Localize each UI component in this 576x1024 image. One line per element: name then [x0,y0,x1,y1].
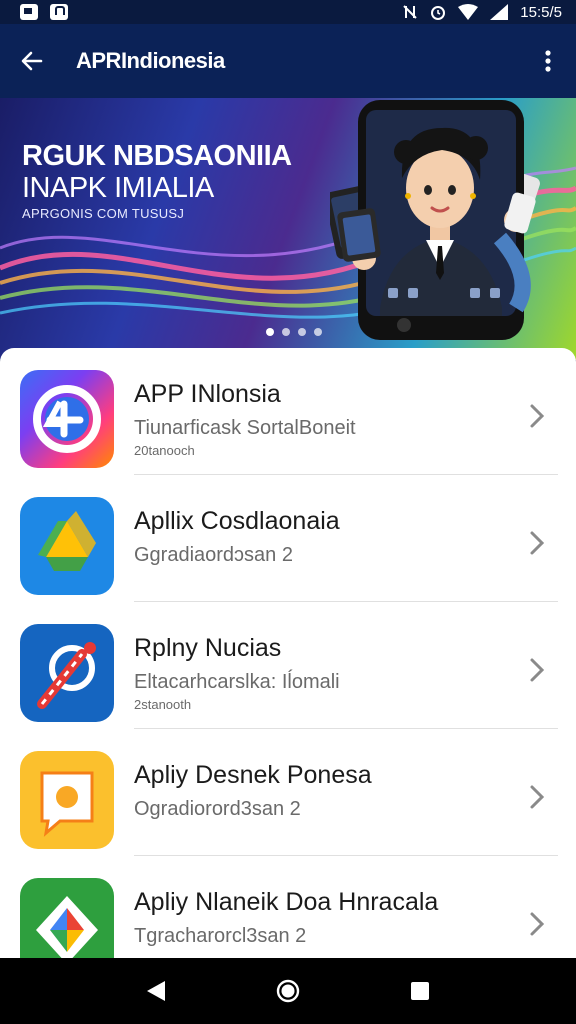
list-item[interactable]: APP INlonsia Tiunarficask SortalBoneit 2… [0,348,576,475]
app-title: APP INlonsia [134,380,281,408]
status-bar: 15:5/5 [0,0,576,24]
more-options-button[interactable] [520,24,576,98]
app-subtitle: Tgracharorcl3san 2 [134,925,307,947]
app-subtitle: Eltacarhcarslka: Iĺomali [134,671,340,693]
list-item[interactable]: Apliy Nlaneik Doa Hnracala Tgracharorcl3… [0,856,576,960]
app-title: Rplny Nucias [134,634,282,662]
back-button[interactable] [0,24,64,98]
wifi-icon [458,4,479,20]
list-item[interactable]: Rplny Nucias Eltacarhcarslka: Iĺomali 2s… [0,602,576,729]
status-time: 15:5/5 [520,3,562,21]
app-meta: 20tanooch [134,443,195,458]
banner-dot-1[interactable] [266,328,274,336]
chevron-right-icon [530,912,545,936]
person-with-phones-illustration [330,100,540,340]
more-vert-icon [545,50,551,72]
drive-triangle-icon [20,497,114,595]
alarm-icon [431,6,446,20]
nfc-icon [403,5,417,19]
notification-bag-icon [50,4,68,20]
promo-banner[interactable]: RGUK NBDSAONIIA INAPK IMIALIA APRGONIS C… [0,98,576,360]
nav-back-button[interactable] [132,967,180,1015]
robot-tool-icon [20,624,114,722]
app-subtitle: Tiunarficask SortalBoneit [134,417,356,439]
app-meta: 2stanooth [134,697,192,712]
google-diamond-icon [20,878,114,960]
chevron-right-icon [530,531,545,555]
app-title: Apliy Nlaneik Doa Hnracala [134,888,439,916]
chevron-right-icon [530,404,545,428]
square-recents-icon [411,982,429,1000]
nav-home-button[interactable] [264,967,312,1015]
app-list: APP INlonsia Tiunarficask SortalBoneit 2… [0,348,576,960]
signal-icon [490,4,509,20]
banner-dot-2[interactable] [282,328,290,336]
app-subtitle: Ogradiorord3san 2 [134,798,301,820]
list-item[interactable]: Apliy Desnek Ponesa Ogradiorord3san 2 [0,729,576,856]
list-item[interactable]: Apllix Cosdlaonaia Ggradiaordɔsan 2 [0,475,576,602]
photo-chat-icon [20,751,114,849]
banner-headline-2: INAPK IMIALIA [22,172,214,204]
banner-dot-4[interactable] [314,328,322,336]
app-title: Apllix Cosdlaonaia [134,507,340,535]
banner-subtitle: APRGONIS COM TUSUSJ [22,206,185,221]
notification-doc-icon [20,4,38,20]
triangle-back-icon [147,981,165,1001]
nav-recents-button[interactable] [396,967,444,1015]
page-title: APRIndionesia [76,48,225,73]
banner-dot-3[interactable] [298,328,306,336]
app-title: Apliy Desnek Ponesa [134,761,372,789]
chevron-right-icon [530,785,545,809]
app-subtitle: Ggradiaordɔsan 2 [134,544,293,566]
banner-headline-1: RGUK NBDSAONIIA [22,140,292,172]
compass-plus-icon [20,370,114,468]
chevron-right-icon [530,658,545,682]
banner-pagination [266,328,322,336]
app-bar: APRIndionesia [0,24,576,98]
circle-home-icon [276,979,300,1003]
system-nav-bar [0,958,576,1024]
arrow-back-icon [21,51,43,71]
